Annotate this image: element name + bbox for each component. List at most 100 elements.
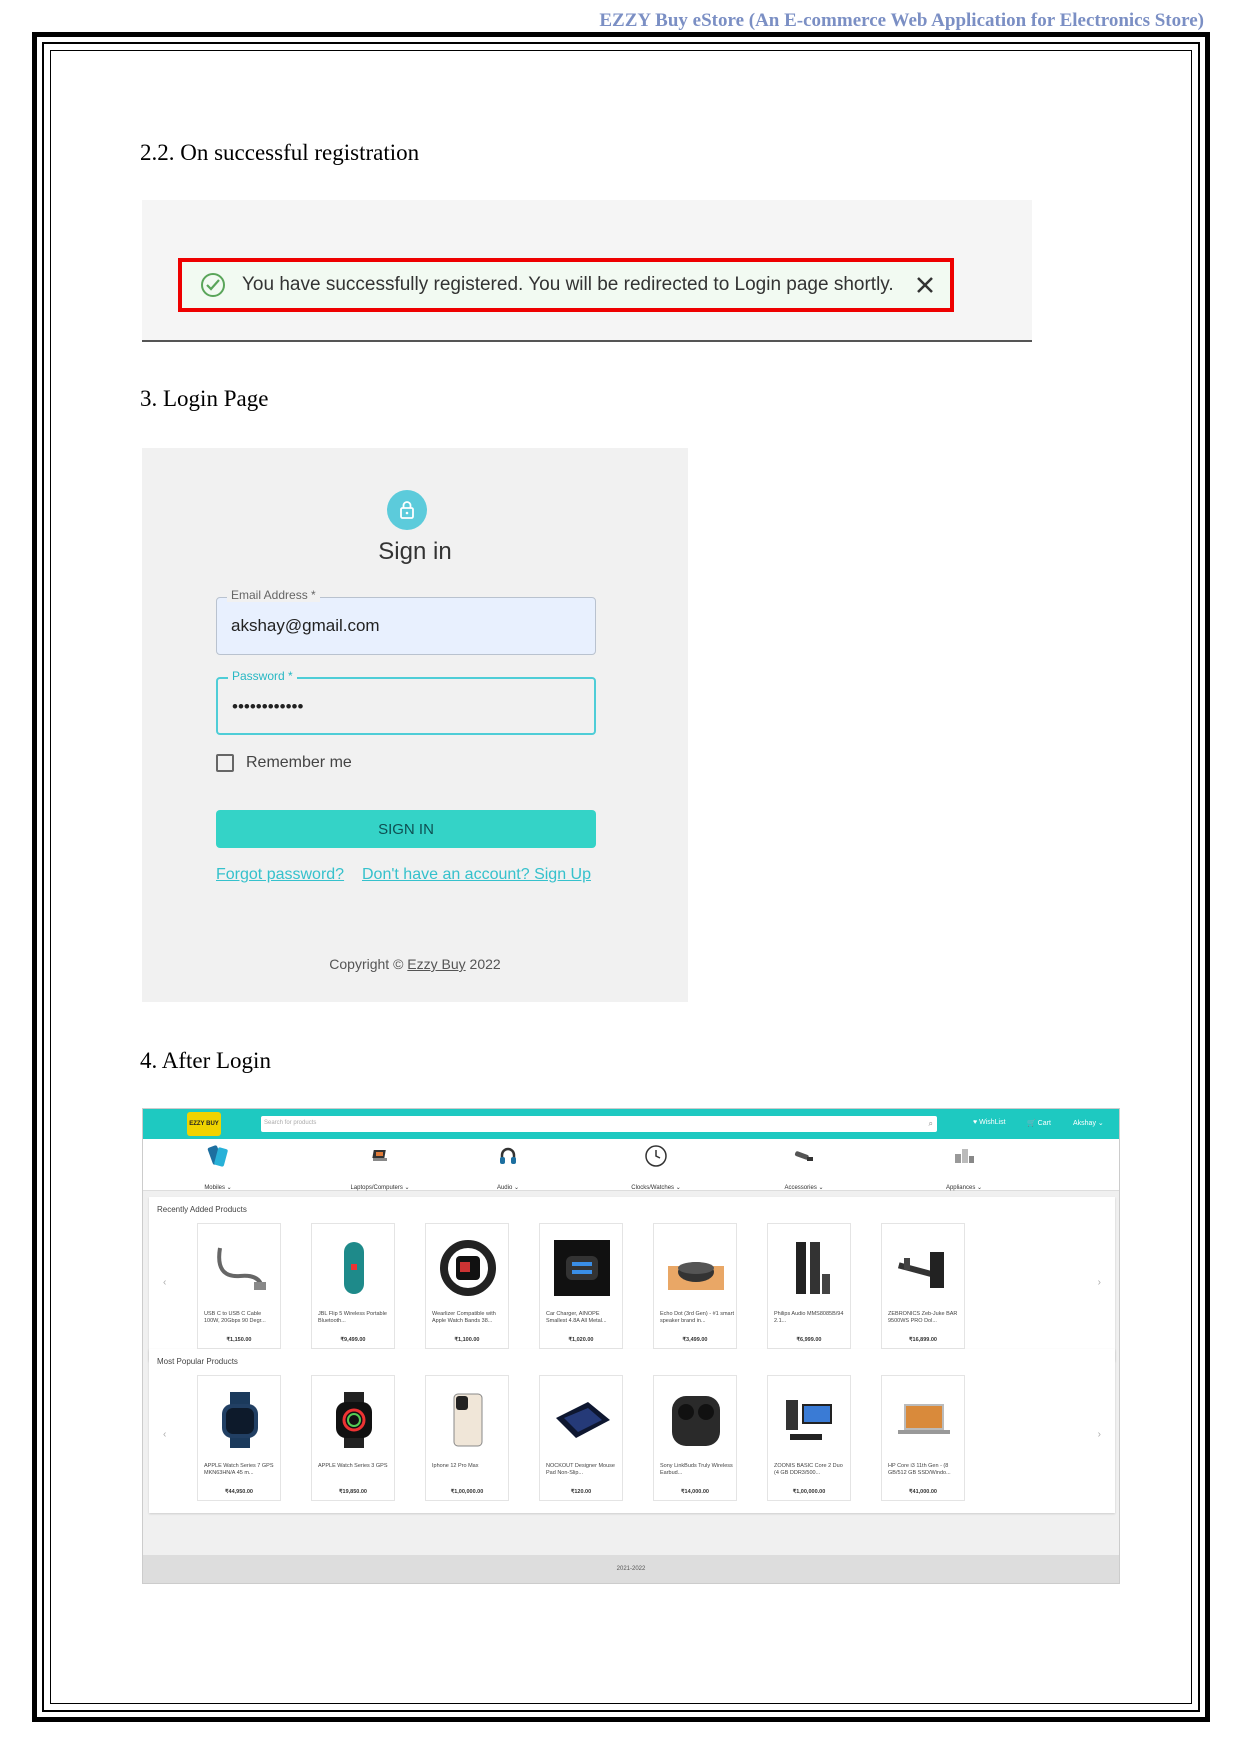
- product-price: ₹19,850.00: [339, 1489, 367, 1495]
- lock-icon: [387, 490, 427, 530]
- product-name: Iphone 12 Pro Max: [432, 1463, 479, 1469]
- product-card[interactable]: NOCKOUT Designer Mouse Pad Non-Slip... ₹…: [539, 1375, 623, 1501]
- product-image: [318, 1384, 390, 1456]
- most-popular-section: Most Popular Products ‹ › APPLE Watch Se…: [149, 1349, 1115, 1513]
- product-price: ₹6,999.00: [796, 1337, 822, 1343]
- category-label: Mobiles ⌄: [204, 1185, 232, 1191]
- product-price: ₹1,00,000.00: [792, 1489, 826, 1495]
- product-card[interactable]: JBL Flip 5 Wireless Portable Bluetooth..…: [311, 1223, 395, 1349]
- product-name: Wearlizer Compatible with Apple Watch Ba…: [432, 1311, 496, 1324]
- user-menu[interactable]: Akshay ⌄: [1073, 1119, 1104, 1127]
- close-icon[interactable]: [914, 274, 936, 296]
- category-label: Accessories ⌄: [784, 1185, 824, 1191]
- product-name: JBL Flip 5 Wireless Portable Bluetooth..…: [318, 1311, 387, 1324]
- product-card[interactable]: Philips Audio MMS8085B/94 2.1... ₹6,999.…: [767, 1223, 851, 1349]
- product-name: APPLE Watch Series 7 GPS MKN63HN/A 45 m.…: [204, 1463, 274, 1476]
- category-mobiles[interactable]: Mobiles ⌄: [173, 1143, 263, 1191]
- product-image: [774, 1384, 846, 1456]
- product-card[interactable]: Iphone 12 Pro Max ₹1,00,000.00: [425, 1375, 509, 1501]
- product-card[interactable]: ZEBRONICS Zeb-Juke BAR 9500WS PRO Dol...…: [881, 1223, 965, 1349]
- copyright: Copyright © Ezzy Buy 2022: [142, 956, 688, 972]
- product-card[interactable]: APPLE Watch Series 3 GPS ₹19,850.00: [311, 1375, 395, 1501]
- category-label: Audio ⌄: [496, 1185, 520, 1191]
- carousel-prev-icon[interactable]: ‹: [163, 1277, 166, 1288]
- product-name: Car Charger, AINOPE Smallest 4.8A All Me…: [546, 1311, 607, 1324]
- carousel-prev-icon[interactable]: ‹: [163, 1429, 166, 1440]
- section-heading-registration: 2.2. On successful registration: [140, 140, 420, 165]
- product-card[interactable]: Sony LinkBuds Truly Wireless Earbud... ₹…: [653, 1375, 737, 1501]
- product-name: ZEBRONICS Zeb-Juke BAR 9500WS PRO Dol...: [888, 1311, 958, 1324]
- product-card[interactable]: Wearlizer Compatible with Apple Watch Ba…: [425, 1223, 509, 1349]
- product-price: ₹14,000.00: [681, 1489, 709, 1495]
- product-image: [432, 1384, 504, 1456]
- signup-link[interactable]: Don't have an account? Sign Up: [362, 866, 591, 884]
- checkbox-icon[interactable]: [216, 754, 234, 772]
- category-label: Laptops/Computers ⌄: [350, 1185, 410, 1191]
- product-name: ZOONIS BASIC Core 2 Duo (4 GB DDR3/500..…: [774, 1463, 843, 1476]
- copyright-prefix: Copyright ©: [329, 956, 404, 972]
- product-card[interactable]: ZOONIS BASIC Core 2 Duo (4 GB DDR3/500..…: [767, 1375, 851, 1501]
- product-name: USB C to USB C Cable 100W, 20Gbps 90 Deg…: [204, 1311, 266, 1324]
- carousel-next-icon[interactable]: ›: [1098, 1277, 1101, 1288]
- product-name: NOCKOUT Designer Mouse Pad Non-Slip...: [546, 1463, 615, 1476]
- remember-me-checkbox[interactable]: Remember me: [216, 754, 352, 772]
- email-field[interactable]: Email Address * akshay@gmail.com: [216, 588, 596, 655]
- product-image: [204, 1384, 276, 1456]
- signin-button[interactable]: SIGN IN: [216, 810, 596, 848]
- registration-screenshot: You have successfully registered. You wi…: [142, 200, 1032, 342]
- clock-icon: [645, 1145, 667, 1167]
- product-price: ₹1,00,000.00: [450, 1489, 484, 1495]
- email-label: Email Address *: [227, 588, 320, 602]
- product-card[interactable]: APPLE Watch Series 7 GPS MKN63HN/A 45 m.…: [197, 1375, 281, 1501]
- headphone-icon: [500, 1147, 516, 1164]
- appliance-icon: [955, 1149, 974, 1163]
- product-image: [888, 1232, 960, 1304]
- success-message: You have successfully registered. You wi…: [242, 274, 894, 295]
- product-price: ₹120.00: [570, 1489, 592, 1495]
- product-price: ₹1,150.00: [226, 1337, 252, 1343]
- email-value: akshay@gmail.com: [231, 616, 380, 635]
- product-price: ₹41,000.00: [909, 1489, 937, 1495]
- category-laptops[interactable]: Laptops/Computers ⌄: [335, 1143, 425, 1191]
- wishlist-link[interactable]: ♥ WishList: [973, 1119, 1006, 1126]
- category-audio[interactable]: Audio ⌄: [463, 1143, 553, 1191]
- product-image: [204, 1232, 276, 1304]
- product-image: [888, 1384, 960, 1456]
- section-heading-login: 3. Login Page: [140, 386, 269, 411]
- category-label: Appliances ⌄: [945, 1185, 983, 1191]
- category-accessories[interactable]: Accessories ⌄: [759, 1143, 849, 1191]
- password-field[interactable]: Password * ••••••••••••: [216, 669, 596, 735]
- copyright-brand-link[interactable]: Ezzy Buy: [407, 956, 465, 972]
- remember-me-label: Remember me: [246, 754, 352, 771]
- password-value: ••••••••••••: [232, 697, 304, 716]
- search-placeholder: Search for products: [264, 1120, 317, 1126]
- top-navbar: EZZY BUY Search for products ⌕ ♥ WishLis…: [143, 1109, 1119, 1139]
- product-image: [318, 1232, 390, 1304]
- search-icon[interactable]: ⌕: [929, 1119, 933, 1129]
- product-name: Sony LinkBuds Truly Wireless Earbud...: [660, 1463, 733, 1476]
- search-input[interactable]: Search for products ⌕: [261, 1116, 937, 1132]
- brand-logo[interactable]: EZZY BUY: [187, 1112, 221, 1136]
- product-card[interactable]: Echo Dot (3rd Gen) - #1 smart speaker br…: [653, 1223, 737, 1349]
- product-name: Echo Dot (3rd Gen) - #1 smart speaker br…: [660, 1311, 734, 1324]
- category-appliances[interactable]: Appliances ⌄: [919, 1143, 1009, 1191]
- product-image: [546, 1232, 618, 1304]
- category-bar: Mobiles ⌄ Laptops/Computers ⌄ Audio ⌄ Cl…: [143, 1139, 1119, 1191]
- product-image: [660, 1232, 732, 1304]
- carousel-next-icon[interactable]: ›: [1098, 1429, 1101, 1440]
- success-alert: You have successfully registered. You wi…: [178, 258, 954, 312]
- check-circle-icon: [201, 273, 225, 297]
- forgot-password-link[interactable]: Forgot password?: [216, 866, 344, 884]
- recently-added-section: Recently Added Products ‹ › USB C to USB…: [149, 1197, 1115, 1361]
- product-price: ₹3,499.00: [682, 1337, 708, 1343]
- product-card[interactable]: USB C to USB C Cable 100W, 20Gbps 90 Deg…: [197, 1223, 281, 1349]
- category-label: Clocks/Watches ⌄: [631, 1185, 681, 1191]
- product-name: Philips Audio MMS8085B/94 2.1...: [774, 1311, 844, 1324]
- category-clocks[interactable]: Clocks/Watches ⌄: [611, 1143, 701, 1191]
- product-card[interactable]: HP Core i3 11th Gen - (8 GB/512 GB SSD/W…: [881, 1375, 965, 1501]
- product-card[interactable]: Car Charger, AINOPE Smallest 4.8A All Me…: [539, 1223, 623, 1349]
- site-footer: 2021-2022: [143, 1555, 1119, 1583]
- cart-link[interactable]: 🛒 Cart: [1027, 1119, 1051, 1127]
- product-price: ₹1,100.00: [454, 1337, 480, 1343]
- laptop-icon: [372, 1150, 387, 1161]
